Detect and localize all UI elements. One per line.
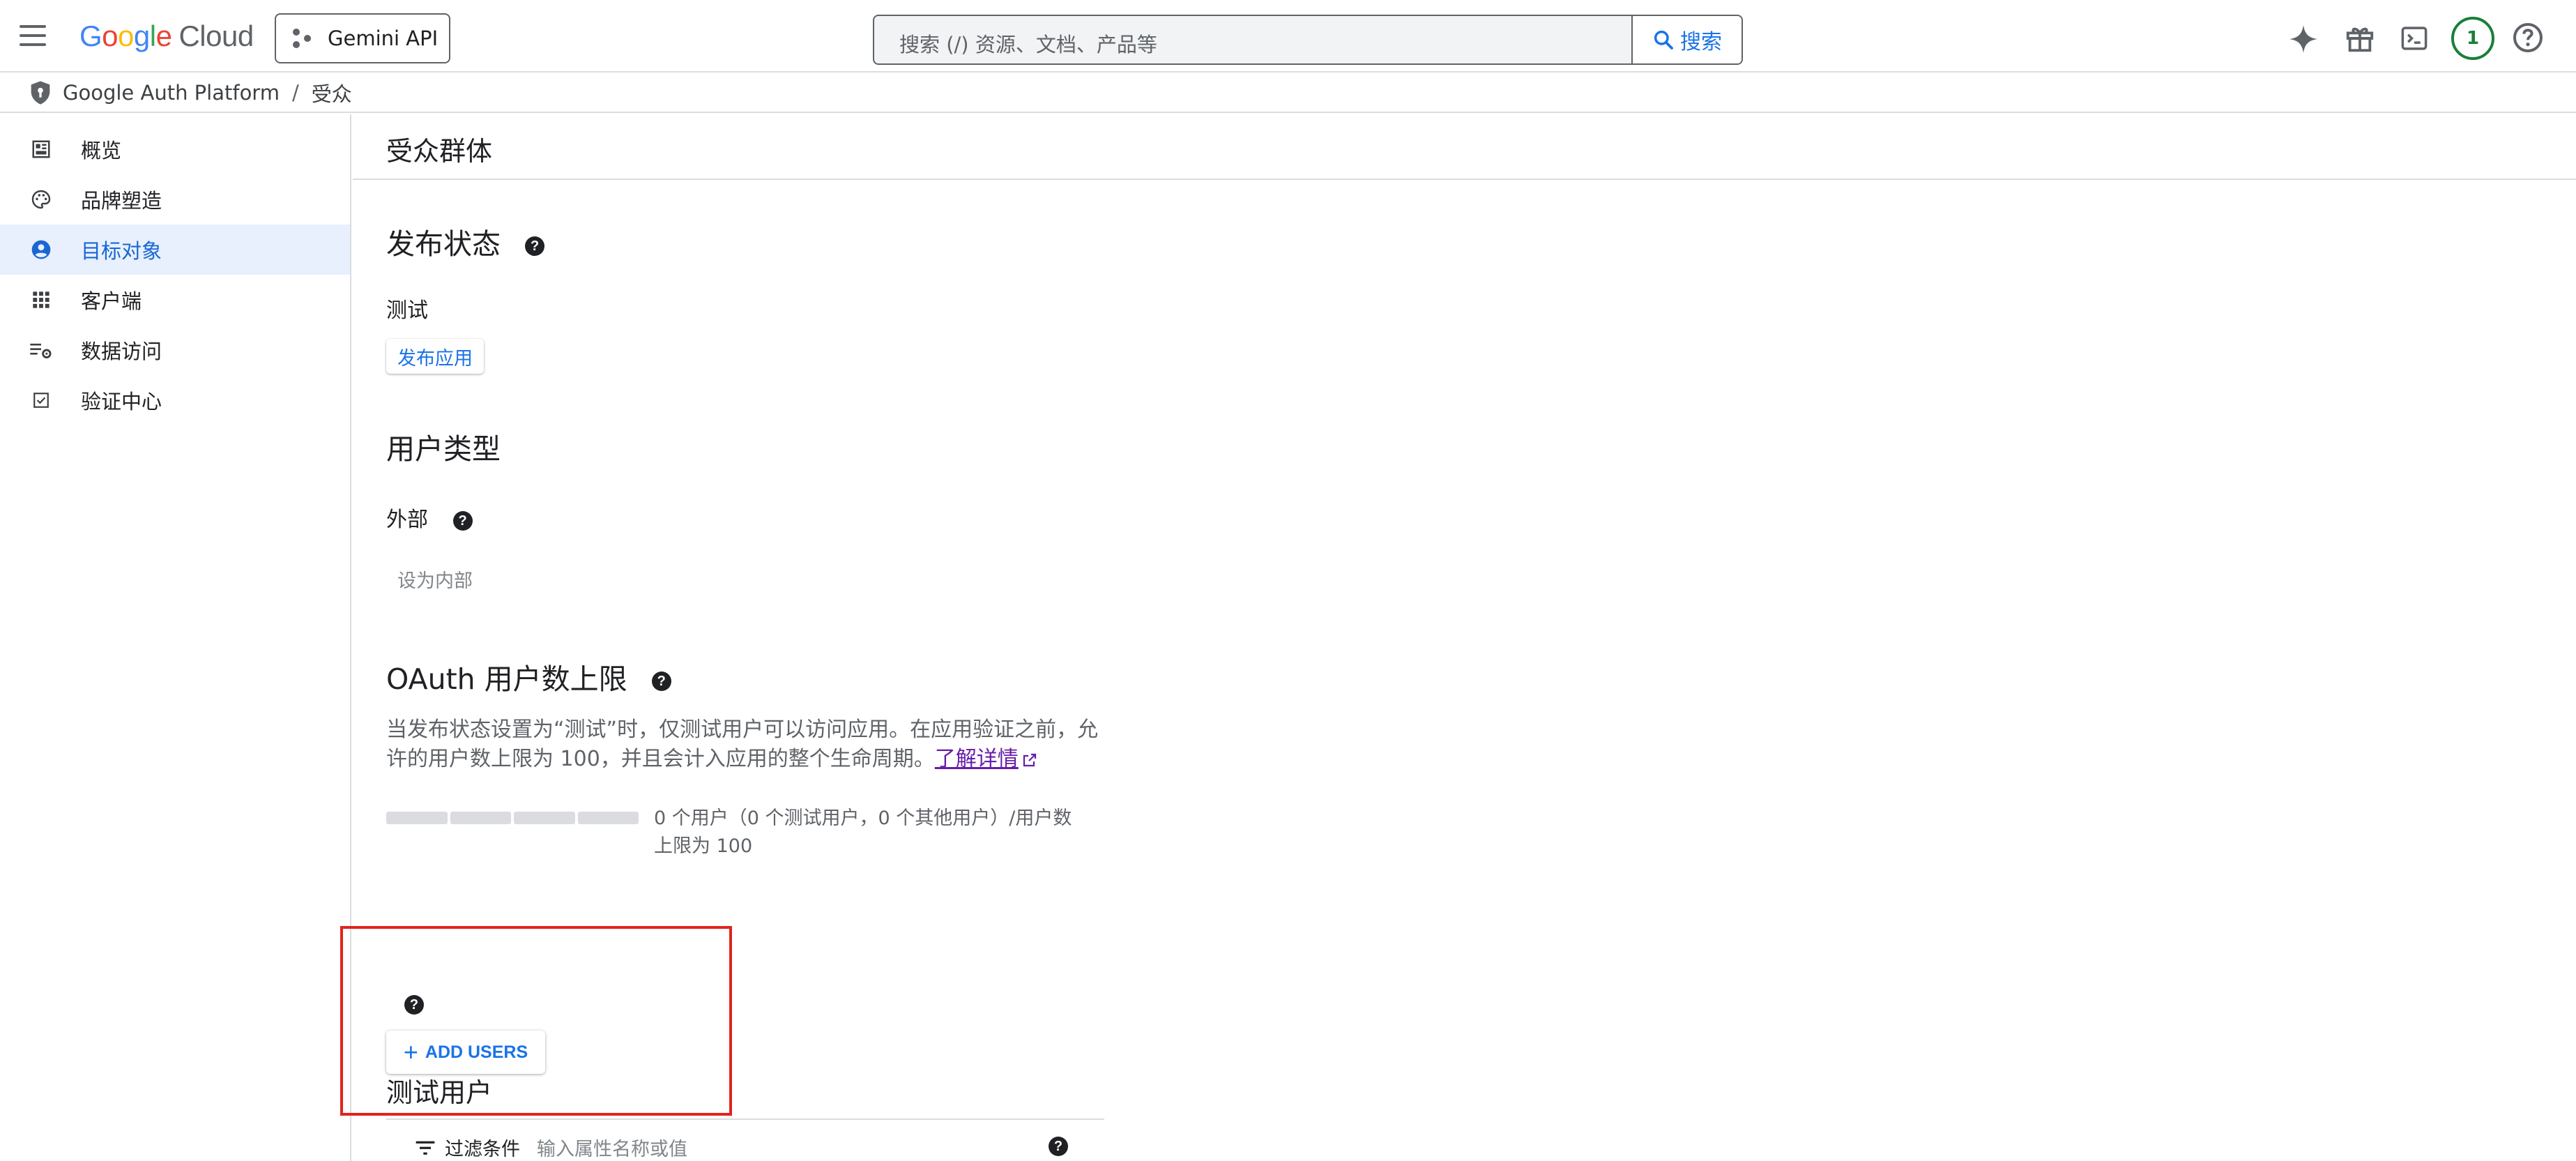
user-cap-progress-bar <box>386 812 639 824</box>
sidebar-item-data-access[interactable]: 数据访问 <box>0 325 350 375</box>
divider <box>353 179 2576 180</box>
user-cap-progress-text: 0 个用户（0 个测试用户，0 个其他用户）/用户数上限为 100 <box>654 807 1072 857</box>
help-icon[interactable] <box>2511 21 2545 54</box>
search-input[interactable]: 搜索 (/) 资源、文档、产品等 <box>899 29 1157 58</box>
publishing-status-value: 测试 <box>386 298 428 323</box>
main-content: 受众群体 发布状态 ? 测试 发布应用 用户类型 外部 ? 设为内部 OAuth… <box>340 114 2576 1161</box>
project-label: Gemini API <box>328 26 439 50</box>
gift-icon[interactable] <box>2344 22 2376 54</box>
sidebar-item-audience[interactable]: 目标对象 <box>0 225 350 275</box>
highlight-box <box>340 926 732 1116</box>
sidebar-item-overview[interactable]: 概览 <box>0 124 350 174</box>
search-icon <box>1654 30 1673 50</box>
oauth-limit-heading: OAuth 用户数上限 <box>386 662 627 696</box>
filter-bar[interactable]: 过滤条件 输入属性名称或值 <box>414 1134 687 1161</box>
auth-shield-icon <box>31 81 50 105</box>
project-icon <box>293 29 312 48</box>
dashboard-icon <box>29 137 53 161</box>
user-type-heading: 用户类型 <box>386 432 501 466</box>
publish-app-button[interactable]: 发布应用 <box>386 339 484 374</box>
sidebar-nav: 概览 品牌塑造 目标对象 客户端 数据访问 验证中心 <box>0 114 351 1161</box>
breadcrumb-separator: / <box>291 81 299 105</box>
data-settings-icon <box>29 338 53 362</box>
notifications-badge[interactable]: 1 <box>2451 17 2494 60</box>
apps-grid-icon <box>29 288 53 312</box>
user-type-value: 外部 <box>386 508 428 532</box>
publishing-status-heading: 发布状态 <box>386 227 501 261</box>
help-icon[interactable]: ? <box>651 671 671 691</box>
palette-icon <box>29 188 53 211</box>
gemini-sparkle-icon[interactable] <box>2288 24 2319 54</box>
publishing-status-section: 发布状态 ? <box>386 220 545 262</box>
user-type-section: 外部 ? <box>386 502 473 533</box>
page-title: 受众群体 <box>386 136 493 167</box>
main-menu-icon[interactable] <box>20 25 49 47</box>
google-cloud-logo[interactable]: Google Cloud <box>79 20 254 53</box>
make-internal-button[interactable]: 设为内部 <box>397 566 473 593</box>
breadcrumb-current: 受众 <box>311 82 352 106</box>
filter-label: 过滤条件 <box>445 1139 520 1160</box>
oauth-limit-description: 当发布状态设置为“测试”时，仅测试用户可以访问应用。在应用验证之前，允许的用户数… <box>386 718 1099 771</box>
sidebar-item-branding[interactable]: 品牌塑造 <box>0 174 350 225</box>
learn-more-link[interactable]: 了解详情 <box>935 747 1019 771</box>
filter-icon <box>416 1141 435 1155</box>
oauth-limit-section: OAuth 用户数上限 ? <box>386 655 671 697</box>
filter-input[interactable]: 输入属性名称或值 <box>537 1134 687 1161</box>
help-icon[interactable]: ? <box>525 236 545 256</box>
breadcrumb-root-link[interactable]: Google Auth Platform <box>63 81 280 105</box>
search-bar[interactable]: 搜索 (/) 资源、文档、产品等 搜索 <box>873 15 1743 65</box>
project-picker-button[interactable]: Gemini API <box>275 13 450 63</box>
cloud-shell-terminal-icon[interactable] <box>2400 24 2429 53</box>
checkbox-icon <box>29 388 53 412</box>
breadcrumb: Google Auth Platform / 受众 <box>0 74 2576 113</box>
top-app-bar: Google Cloud Gemini API 搜索 (/) 资源、文档、产品等 … <box>0 0 2576 73</box>
search-button[interactable]: 搜索 <box>1631 16 1742 63</box>
person-circle-icon <box>29 238 53 261</box>
sidebar-item-clients[interactable]: 客户端 <box>0 275 350 325</box>
help-icon[interactable]: ? <box>1049 1137 1068 1156</box>
sidebar-item-verification[interactable]: 验证中心 <box>0 375 350 425</box>
external-link-icon <box>1023 753 1036 766</box>
help-icon[interactable]: ? <box>452 510 473 531</box>
divider <box>386 1118 1104 1120</box>
